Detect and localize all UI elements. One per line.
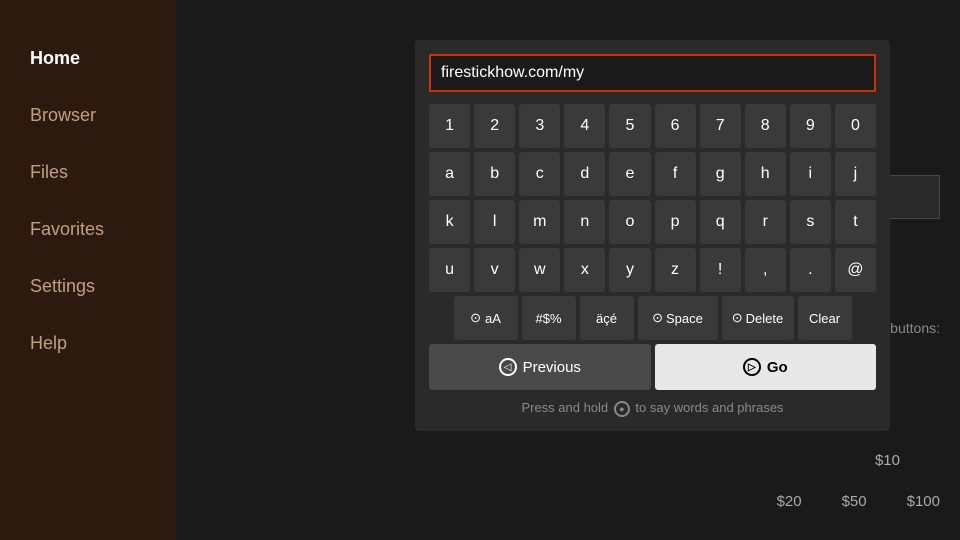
key-e[interactable]: e [609,152,650,196]
voice-hint: Press and hold ● to say words and phrase… [429,400,876,417]
sidebar-item-files[interactable]: Files [0,144,175,201]
key-i[interactable]: i [790,152,831,196]
mic-icon: ● [614,401,630,417]
key-y[interactable]: y [609,248,650,292]
key-7[interactable]: 7 [700,104,741,148]
key-u[interactable]: u [429,248,470,292]
key-o[interactable]: o [609,200,650,244]
sidebar-item-help[interactable]: Help [0,315,175,372]
keyboard-modal: 1 2 3 4 5 6 7 8 9 0 a b c d e f g h [415,40,890,431]
key-space[interactable]: ⊙ Space [638,296,718,340]
key-w[interactable]: w [519,248,560,292]
key-x[interactable]: x [564,248,605,292]
row-u-at: u v w x y z ! , . @ [429,248,876,292]
key-symbols[interactable]: #$% [522,296,576,340]
key-f[interactable]: f [655,152,696,196]
bottom-buttons: ◁ Previous ▷ Go [429,344,876,390]
key-r[interactable]: r [745,200,786,244]
key-8[interactable]: 8 [745,104,786,148]
key-q[interactable]: q [700,200,741,244]
row-a-j: a b c d e f g h i j [429,152,876,196]
key-delete[interactable]: ⊙ Delete [722,296,794,340]
row-k-t: k l m n o p q r s t [429,200,876,244]
special-row: ⊙ aA #$% äçé ⊙ Space ⊙ Delete Clear [429,296,876,340]
key-1[interactable]: 1 [429,104,470,148]
key-g[interactable]: g [700,152,741,196]
go-button[interactable]: ▷ Go [655,344,877,390]
sidebar-item-browser[interactable]: Browser [0,87,175,144]
key-b[interactable]: b [474,152,515,196]
key-clear[interactable]: Clear [798,296,852,340]
key-z[interactable]: z [655,248,696,292]
key-k[interactable]: k [429,200,470,244]
key-n[interactable]: n [564,200,605,244]
key-accents[interactable]: äçé [580,296,634,340]
key-period[interactable]: . [790,248,831,292]
key-t[interactable]: t [835,200,876,244]
previous-button[interactable]: ◁ Previous [429,344,651,390]
url-input[interactable] [429,54,876,92]
key-comma[interactable]: , [745,248,786,292]
key-m[interactable]: m [519,200,560,244]
key-j[interactable]: j [835,152,876,196]
key-9[interactable]: 9 [790,104,831,148]
key-c[interactable]: c [519,152,560,196]
key-2[interactable]: 2 [474,104,515,148]
key-at[interactable]: @ [835,248,876,292]
key-s[interactable]: s [790,200,831,244]
key-case[interactable]: ⊙ aA [454,296,518,340]
go-icon: ▷ [743,358,761,376]
key-v[interactable]: v [474,248,515,292]
sidebar-item-home[interactable]: Home [0,30,175,87]
keyboard-grid: 1 2 3 4 5 6 7 8 9 0 a b c d e f g h [429,104,876,340]
key-exclaim[interactable]: ! [700,248,741,292]
key-h[interactable]: h [745,152,786,196]
main-content: ase donation buttons: ) $20 $50 $100 $10… [175,0,960,540]
key-4[interactable]: 4 [564,104,605,148]
previous-icon: ◁ [499,358,517,376]
key-6[interactable]: 6 [655,104,696,148]
amount-50: $50 [842,493,867,510]
sidebar-item-favorites[interactable]: Favorites [0,201,175,258]
key-l[interactable]: l [474,200,515,244]
key-p[interactable]: p [655,200,696,244]
key-0[interactable]: 0 [835,104,876,148]
url-input-container [429,54,876,92]
amount-100: $100 [907,493,940,510]
number-row: 1 2 3 4 5 6 7 8 9 0 [429,104,876,148]
key-a[interactable]: a [429,152,470,196]
amount-10: $10 [875,452,900,470]
key-3[interactable]: 3 [519,104,560,148]
sidebar: Home Browser Files Favorites Settings He… [0,0,175,540]
donation-amounts: $20 $50 $100 [777,493,940,510]
amount-20: $20 [777,493,802,510]
key-d[interactable]: d [564,152,605,196]
sidebar-item-settings[interactable]: Settings [0,258,175,315]
key-5[interactable]: 5 [609,104,650,148]
